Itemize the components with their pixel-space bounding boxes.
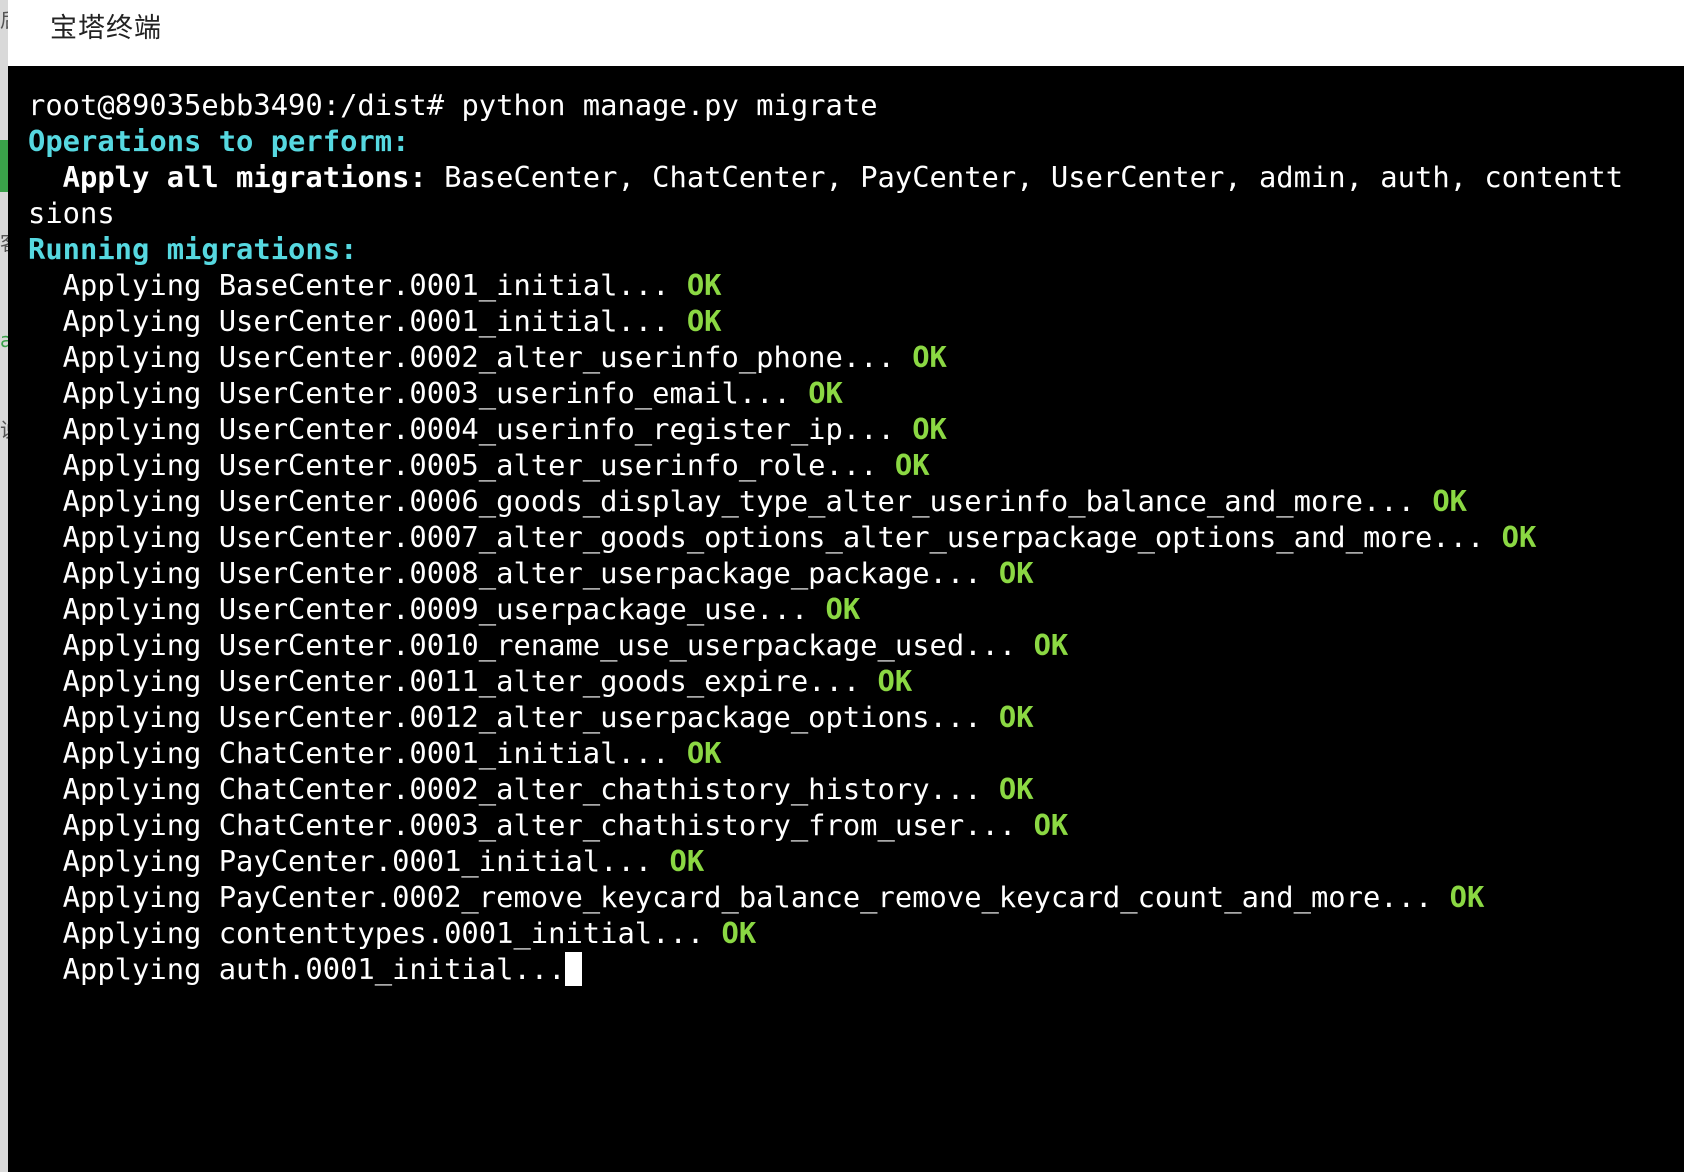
- window-title: 宝塔终端: [50, 13, 162, 44]
- migration-text: Applying ChatCenter.0001_initial...: [28, 736, 687, 770]
- migration-status-ok: OK: [877, 664, 913, 698]
- migration-line: Applying PayCenter.0001_initial... OK: [28, 843, 1684, 879]
- current-migration-line: Applying auth.0001_initial...: [28, 951, 1684, 987]
- migration-line: Applying UserCenter.0003_userinfo_email.…: [28, 375, 1684, 411]
- operations-header-line: Operations to perform:: [28, 123, 1684, 159]
- migration-text: Applying UserCenter.0005_alter_userinfo_…: [28, 448, 895, 482]
- migration-list: Applying BaseCenter.0001_initial... OK A…: [28, 267, 1684, 951]
- migration-status-ok: OK: [894, 448, 930, 482]
- migration-status-ok: OK: [912, 340, 947, 374]
- running-header: Running migrations:: [28, 232, 358, 266]
- background-window-edge: 后 客 a 说: [0, 0, 8, 1172]
- migration-status-ok: OK: [825, 592, 861, 626]
- migration-status-ok: OK: [1033, 808, 1069, 842]
- command-line: root@89035ebb3490:/dist# python manage.p…: [28, 87, 1684, 123]
- migration-line: Applying UserCenter.0004_userinfo_regist…: [28, 411, 1684, 447]
- migration-text: Applying UserCenter.0010_rename_use_user…: [28, 628, 1034, 662]
- migration-text: Applying PayCenter.0001_initial...: [28, 844, 670, 878]
- migration-text: Applying contenttypes.0001_initial...: [28, 916, 722, 950]
- migration-status-ok: OK: [1432, 484, 1467, 518]
- migration-text: Applying ChatCenter.0003_alter_chathisto…: [28, 808, 1034, 842]
- migration-line: Applying ChatCenter.0002_alter_chathisto…: [28, 771, 1684, 807]
- migration-text: Applying UserCenter.0011_alter_goods_exp…: [28, 664, 878, 698]
- migration-text: Applying ChatCenter.0002_alter_chathisto…: [28, 772, 999, 806]
- migration-text: Applying UserCenter.0004_userinfo_regist…: [28, 412, 913, 446]
- migration-status-ok: OK: [998, 772, 1034, 806]
- migration-line: Applying UserCenter.0006_goods_display_t…: [28, 483, 1684, 519]
- running-header-line: Running migrations:: [28, 231, 1684, 267]
- background-green-marker: [0, 140, 8, 192]
- migration-line: Applying UserCenter.0001_initial... OK: [28, 303, 1684, 339]
- migration-status-ok: OK: [808, 376, 843, 410]
- migration-status-ok: OK: [998, 556, 1034, 590]
- migration-text: Applying PayCenter.0002_remove_keycard_b…: [28, 880, 1450, 914]
- migration-status-ok: OK: [721, 916, 757, 950]
- migration-text: Applying UserCenter.0008_alter_userpacka…: [28, 556, 999, 590]
- terminal-cursor: [565, 952, 583, 986]
- migration-line: Applying PayCenter.0002_remove_keycard_b…: [28, 879, 1684, 915]
- migration-line: Applying UserCenter.0009_userpackage_use…: [28, 591, 1684, 627]
- migration-line: Applying BaseCenter.0001_initial... OK: [28, 267, 1684, 303]
- migration-text: Applying UserCenter.0009_userpackage_use…: [28, 592, 826, 626]
- migration-text: Applying UserCenter.0006_goods_display_t…: [28, 484, 1433, 518]
- migration-line: Applying UserCenter.0012_alter_userpacka…: [28, 699, 1684, 735]
- apply-all-line: Apply all migrations: BaseCenter, ChatCe…: [28, 159, 1684, 195]
- terminal-screen: root@89035ebb3490:/dist# python manage.p…: [28, 87, 1684, 987]
- migration-text: Applying UserCenter.0001_initial...: [28, 304, 687, 338]
- apply-all-wrap-line: sions: [28, 195, 1684, 231]
- apply-all-apps: BaseCenter, ChatCenter, PayCenter, UserC…: [426, 160, 1624, 194]
- migration-line: Applying UserCenter.0010_rename_use_user…: [28, 627, 1684, 663]
- migration-status-ok: OK: [686, 736, 722, 770]
- migration-text: Applying UserCenter.0012_alter_userpacka…: [28, 700, 999, 734]
- terminal-output[interactable]: root@89035ebb3490:/dist# python manage.p…: [8, 66, 1684, 1172]
- migration-status-ok: OK: [1449, 880, 1485, 914]
- migration-line: Applying UserCenter.0008_alter_userpacka…: [28, 555, 1684, 591]
- command-text: python manage.py migrate: [461, 88, 878, 122]
- migration-line: Applying contenttypes.0001_initial... OK: [28, 915, 1684, 951]
- migration-line: Applying UserCenter.0007_alter_goods_opt…: [28, 519, 1684, 555]
- migration-text: Applying UserCenter.0003_userinfo_email.…: [28, 376, 809, 410]
- migration-line: Applying UserCenter.0002_alter_userinfo_…: [28, 339, 1684, 375]
- operations-header: Operations to perform:: [28, 124, 410, 158]
- migration-status-ok: OK: [1501, 520, 1537, 554]
- migration-text: Applying UserCenter.0002_alter_userinfo_…: [28, 340, 913, 374]
- shell-prompt: root@89035ebb3490:/dist#: [28, 88, 462, 122]
- migration-text: Applying UserCenter.0007_alter_goods_opt…: [28, 520, 1502, 554]
- migration-status-ok: OK: [686, 304, 722, 338]
- migration-line: Applying UserCenter.0005_alter_userinfo_…: [28, 447, 1684, 483]
- window-titlebar: 宝塔终端: [8, 0, 1684, 66]
- current-migration-text: Applying auth.0001_initial...: [28, 952, 566, 986]
- migration-status-ok: OK: [686, 268, 722, 302]
- migration-line: Applying ChatCenter.0003_alter_chathisto…: [28, 807, 1684, 843]
- migration-status-ok: OK: [669, 844, 705, 878]
- apply-all-label: Apply all migrations:: [28, 160, 427, 194]
- migration-line: Applying UserCenter.0011_alter_goods_exp…: [28, 663, 1684, 699]
- migration-status-ok: OK: [912, 412, 947, 446]
- migration-line: Applying ChatCenter.0001_initial... OK: [28, 735, 1684, 771]
- migration-status-ok: OK: [998, 700, 1034, 734]
- migration-text: Applying BaseCenter.0001_initial...: [28, 268, 687, 302]
- apply-all-apps-continued: sions: [28, 196, 115, 230]
- migration-status-ok: OK: [1033, 628, 1069, 662]
